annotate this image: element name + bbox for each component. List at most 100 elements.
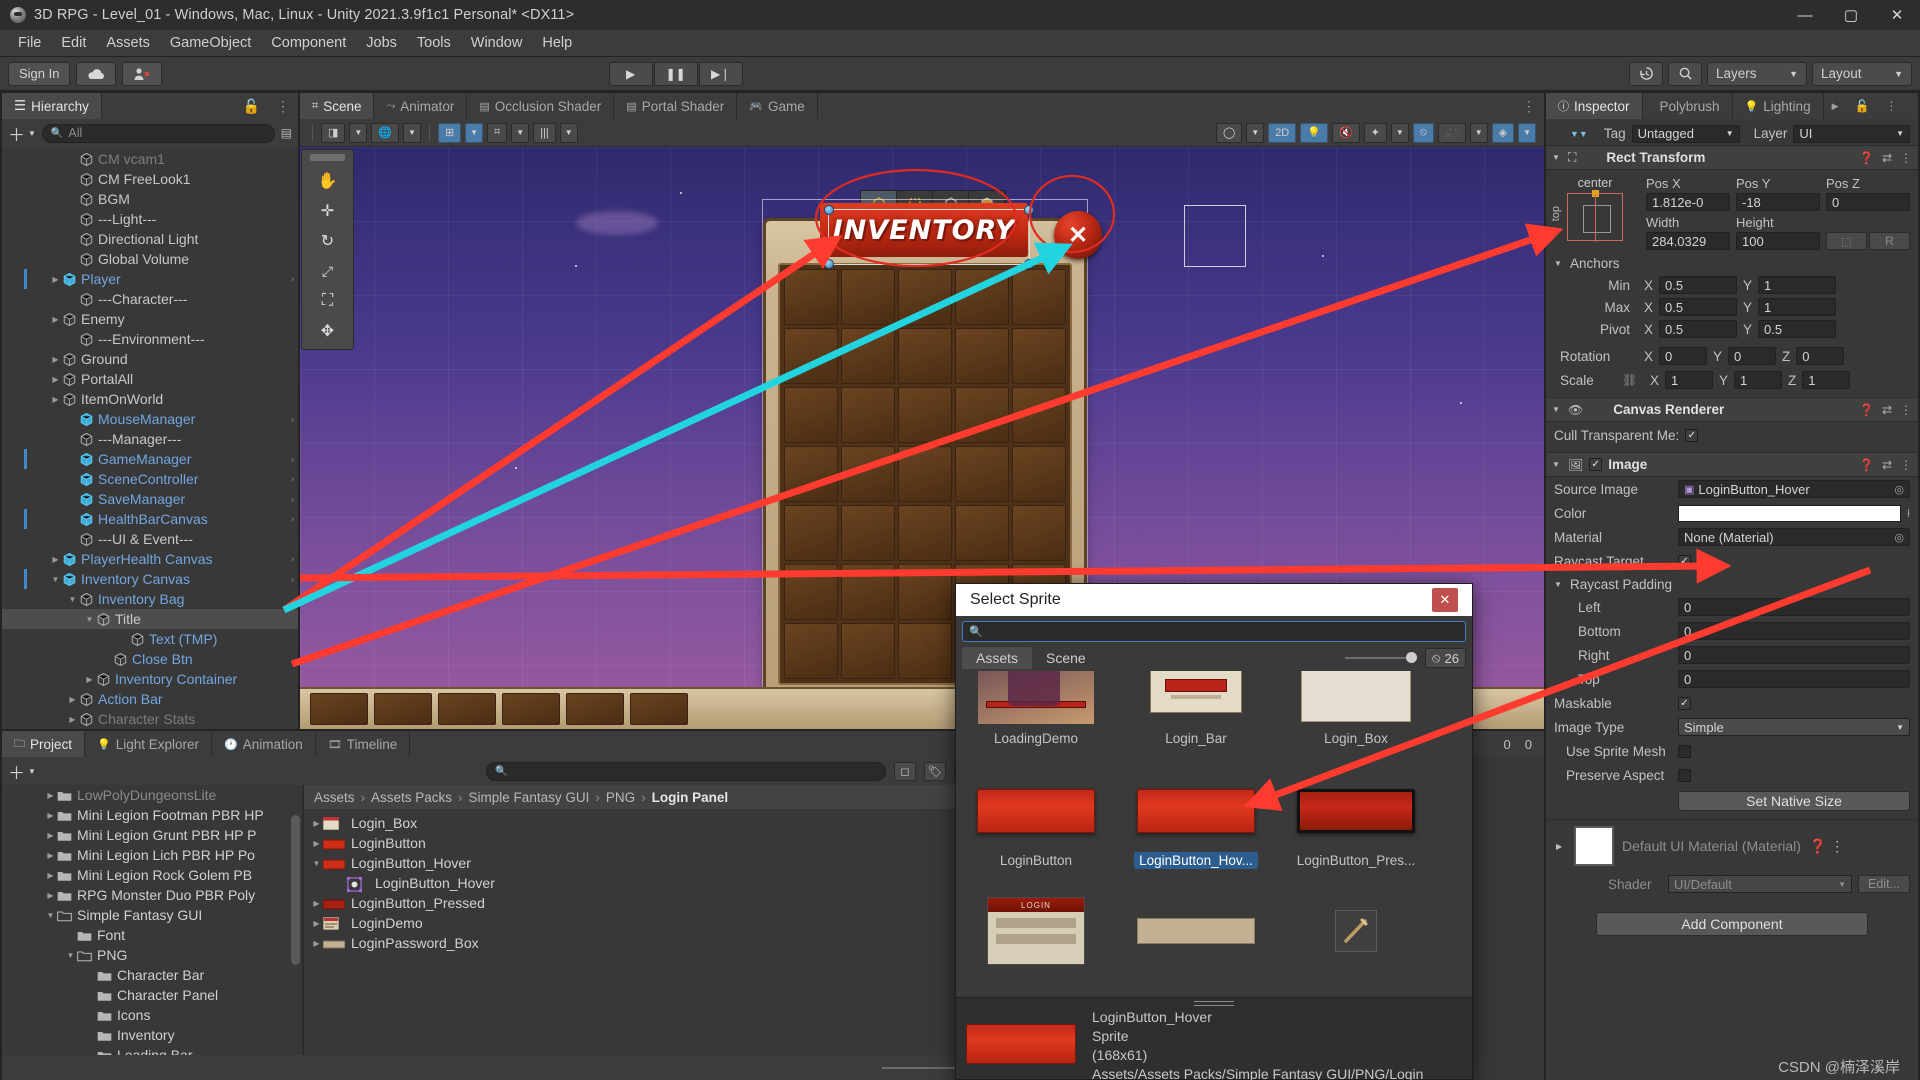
chevron-right-icon[interactable]: ▶ xyxy=(310,939,323,948)
chevron-right-icon[interactable]: ▶ xyxy=(66,695,79,704)
action-slot[interactable] xyxy=(502,693,560,725)
chevron-right-icon[interactable]: ▶ xyxy=(49,355,62,364)
chevron-right-icon[interactable]: ▶ xyxy=(310,839,323,848)
project-tree-item[interactable]: ▶ Mini Legion Rock Golem PB xyxy=(2,865,302,885)
object-picker-icon[interactable]: ◎ xyxy=(1894,531,1904,544)
hierarchy-item[interactable]: SceneController › xyxy=(2,469,298,489)
chevron-down-icon[interactable]: ▼ xyxy=(66,595,79,604)
inventory-slot[interactable] xyxy=(784,387,838,443)
chevron-right-icon[interactable]: ▶ xyxy=(44,811,57,820)
hidden-count-badge[interactable]: ⦸ 26 xyxy=(1425,648,1466,668)
play-button[interactable]: ▶ xyxy=(608,61,653,86)
hierarchy-item[interactable]: Global Volume xyxy=(2,249,298,269)
kebab-menu-icon[interactable]: ⋮ xyxy=(1900,151,1912,165)
cloud-icon[interactable] xyxy=(76,61,117,86)
sprite-thumb-wrap[interactable] xyxy=(977,671,1095,725)
sprite-thumb-wrap[interactable] xyxy=(1297,895,1415,967)
rot-y-field[interactable]: 0 xyxy=(1728,347,1777,365)
hierarchy-item[interactable]: SaveManager › xyxy=(2,489,298,509)
menu-item-file[interactable]: File xyxy=(8,32,51,54)
prefab-open-icon[interactable]: › xyxy=(291,514,294,524)
help-icon[interactable]: ❓ xyxy=(1809,838,1826,854)
filter-by-type-icon[interactable]: ◻ xyxy=(894,761,916,781)
tab-lighting[interactable]: 💡 Lighting xyxy=(1733,93,1824,119)
layout-dropdown[interactable]: Layout ▼ xyxy=(1812,61,1912,86)
menu-item-assets[interactable]: Assets xyxy=(96,32,160,54)
tab-occlusion-shader[interactable]: ▤ Occlusion Shader xyxy=(467,93,615,119)
chevron-right-icon[interactable]: ▶ xyxy=(310,899,323,908)
chevron-down-icon[interactable]: ▼ xyxy=(44,911,57,920)
canvas-renderer-header[interactable]: ▼ 👁 Canvas Renderer ❓ ⇄ ⋮ xyxy=(1546,397,1918,422)
help-icon[interactable]: ❓ xyxy=(1859,458,1874,472)
close-btn-sprite[interactable] xyxy=(1054,211,1102,259)
anchor-max-x-field[interactable]: 0.5 xyxy=(1659,298,1738,316)
account-icon[interactable] xyxy=(122,61,163,86)
tab-portal-shader[interactable]: ▤ Portal Shader xyxy=(614,93,738,119)
chevron-right-icon[interactable]: ▶ xyxy=(49,315,62,324)
hierarchy-item[interactable]: Close Btn xyxy=(2,649,298,669)
inventory-slot[interactable] xyxy=(1012,328,1066,384)
inventory-slot[interactable] xyxy=(841,446,895,502)
action-slot[interactable] xyxy=(310,693,368,725)
hierarchy-item[interactable]: ▼ Inventory Bag xyxy=(2,589,298,609)
menu-item-help[interactable]: Help xyxy=(532,32,582,54)
chevron-down-icon[interactable]: ▼ xyxy=(310,859,323,868)
inspector-body[interactable]: ▼▼ Tag Untagged ▼ Layer UI ▼ ▼ ⛶ Rect Tran… xyxy=(1546,119,1918,1080)
tab-light-explorer[interactable]: 💡 Light Explorer xyxy=(85,731,213,757)
anchors-foldout[interactable]: ▼ Anchors xyxy=(1546,252,1918,274)
help-icon[interactable]: ❓ xyxy=(1859,403,1874,417)
chevron-down-icon[interactable]: ▼ xyxy=(349,122,368,143)
hierarchy-item[interactable]: ▶ Ground xyxy=(2,349,298,369)
camera-icon[interactable]: 🎥 xyxy=(1437,122,1466,143)
lock-icon[interactable]: 🔓 xyxy=(235,93,268,119)
padding-field[interactable]: 0 xyxy=(1678,646,1910,664)
inventory-slot[interactable] xyxy=(898,505,952,561)
kebab-menu-icon[interactable]: ⋮ xyxy=(1900,403,1912,417)
more-tabs-icon[interactable]: ▶ xyxy=(1824,93,1847,119)
pos-z-field[interactable]: 0 xyxy=(1826,193,1910,211)
color-swatch[interactable] xyxy=(1678,504,1901,522)
sprite-thumb-wrap[interactable]: LOGIN xyxy=(977,895,1095,967)
breadcrumb-item[interactable]: Simple Fantasy GUI xyxy=(469,790,590,805)
sprite-grid-cell[interactable]: LoginButton xyxy=(966,775,1106,869)
hierarchy-item[interactable]: ▼ Inventory Canvas › xyxy=(2,569,298,589)
preset-icon[interactable]: ⇄ xyxy=(1882,403,1892,417)
use-sprite-mesh-checkbox[interactable] xyxy=(1678,744,1691,758)
chevron-down-icon[interactable]: ▼ xyxy=(1554,580,1564,589)
inventory-slot[interactable] xyxy=(1012,505,1066,561)
chevron-right-icon[interactable]: ▶ xyxy=(44,831,57,840)
scale-z-field[interactable]: 1 xyxy=(1802,371,1851,389)
menu-item-jobs[interactable]: Jobs xyxy=(356,32,407,54)
project-tree-item[interactable]: Character Bar xyxy=(2,965,302,985)
chevron-down-icon[interactable]: ▼ xyxy=(403,122,421,143)
create-asset-button[interactable]: ＋ ▼ xyxy=(8,759,36,784)
close-button[interactable]: ✕ xyxy=(1874,0,1920,30)
maskable-checkbox[interactable]: ✓ xyxy=(1678,696,1691,710)
asset-row[interactable]: ▶ LoginButton_Pressed xyxy=(304,893,1012,913)
prefab-open-icon[interactable]: › xyxy=(291,494,294,504)
chevron-down-icon[interactable]: ▼ xyxy=(49,575,62,584)
padding-field[interactable]: 0 xyxy=(1678,670,1910,688)
sprite-thumb-wrap[interactable] xyxy=(977,775,1095,847)
hierarchy-item[interactable]: HealthBarCanvas › xyxy=(2,509,298,529)
chevron-down-icon[interactable]: ▼ xyxy=(511,122,530,143)
inventory-slot[interactable] xyxy=(898,564,952,620)
menu-item-tools[interactable]: Tools xyxy=(407,32,461,54)
scene-view-mode-icon[interactable]: ◯ xyxy=(1215,122,1243,143)
kebab-menu-icon[interactable]: ⋮ xyxy=(1830,838,1844,854)
history-icon[interactable] xyxy=(1629,61,1663,86)
chevron-right-icon[interactable]: ▶ xyxy=(83,675,96,684)
pause-button[interactable]: ❚❚ xyxy=(653,61,698,86)
project-tree-item[interactable]: Inventory xyxy=(2,1025,302,1045)
project-tree-item[interactable]: Icons xyxy=(2,1005,302,1025)
sprite-grid-cell[interactable]: LOGIN xyxy=(966,895,1106,967)
hierarchy-item[interactable]: ▶ Character Stats xyxy=(2,709,298,729)
hierarchy-item[interactable]: ---Manager--- xyxy=(2,429,298,449)
hierarchy-item[interactable]: ---UI & Event--- xyxy=(2,529,298,549)
chevron-right-icon[interactable]: ▶ xyxy=(44,851,57,860)
inventory-slot[interactable] xyxy=(955,446,1009,502)
breadcrumb[interactable]: Assets › Assets Packs › Simple Fantasy GUI › P… xyxy=(304,785,1012,809)
prefab-open-icon[interactable]: › xyxy=(291,274,294,284)
inventory-slot[interactable] xyxy=(841,623,895,679)
asset-row[interactable]: ▶ LoginDemo xyxy=(304,913,1012,933)
